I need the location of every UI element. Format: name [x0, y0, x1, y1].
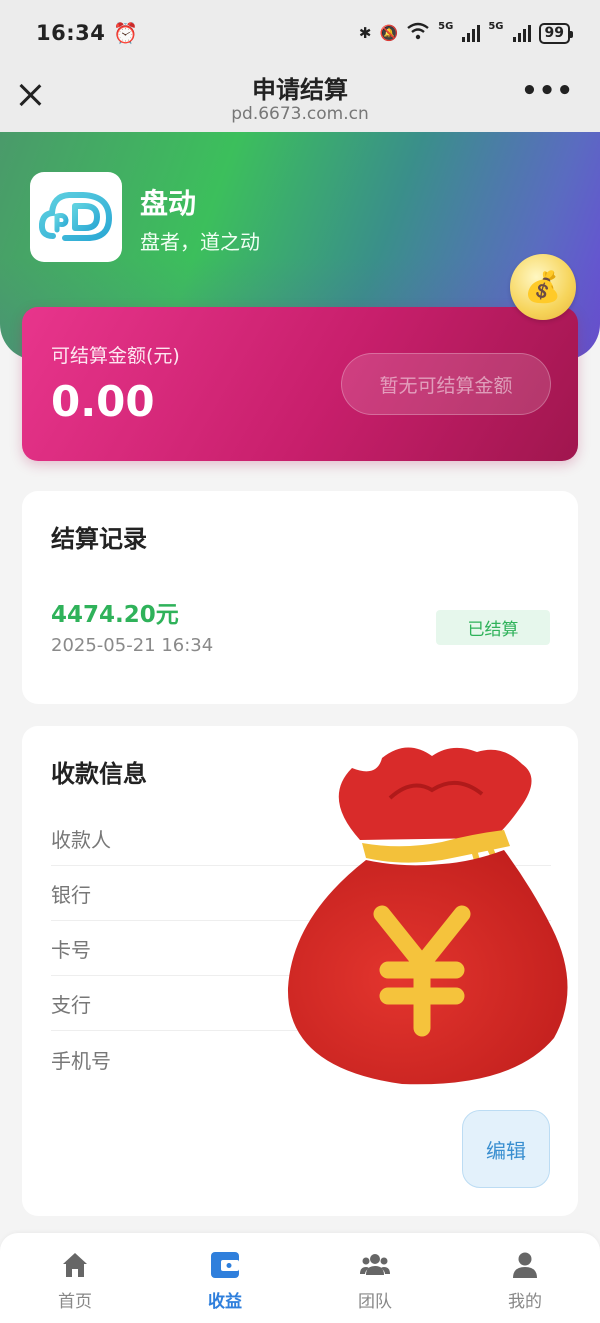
tab-earnings[interactable]: 收益	[150, 1233, 300, 1323]
team-icon	[360, 1254, 390, 1275]
signal-icon	[462, 24, 481, 42]
settlement-card: 可结算金额(元) 0.00 暂无可结算金额	[22, 307, 578, 461]
signal-icon-2	[512, 24, 531, 42]
app-name: 盘动	[140, 187, 197, 220]
tab-label: 首页	[58, 1292, 92, 1312]
money-bag-icon[interactable]	[282, 738, 574, 1090]
settlement-label: 可结算金额(元)	[51, 345, 180, 367]
money-bag-coin-icon[interactable]: 💰	[510, 254, 576, 320]
wifi-icon	[406, 22, 430, 44]
edit-button[interactable]: 编辑	[462, 1110, 550, 1188]
network-label: 5G	[438, 21, 454, 32]
network-label-2: 5G	[488, 21, 504, 32]
settle-button[interactable]: 暂无可结算金额	[341, 353, 551, 415]
tab-label: 收益	[208, 1292, 242, 1312]
tab-home[interactable]: 首页	[0, 1233, 150, 1323]
battery-icon: 99	[538, 22, 574, 44]
info-label: 卡号	[51, 938, 91, 962]
settlement-amount: 0.00	[51, 377, 155, 426]
nav-bar: 申请结算 pd.6673.com.cn •••	[0, 66, 600, 132]
record-amount: 4474.20元	[51, 602, 179, 628]
info-label: 手机号	[51, 1048, 111, 1073]
records-title: 结算记录	[51, 525, 147, 553]
home-icon	[63, 1253, 87, 1277]
mute-icon: 🔕	[379, 24, 399, 42]
tab-mine[interactable]: 我的	[450, 1233, 600, 1323]
page-url: pd.6673.com.cn	[231, 104, 369, 124]
record-time: 2025-05-21 16:34	[51, 635, 214, 656]
bottom-tab-bar: 首页 收益 团队 我的	[0, 1233, 600, 1323]
status-bar: 16:34 ⏰ ✱ 🔕 5G 5G 99	[0, 0, 600, 66]
info-label: 支行	[51, 993, 91, 1017]
bluetooth-icon: ✱	[358, 24, 372, 42]
page-title: 申请结算	[252, 76, 348, 104]
info-label: 收款人	[51, 828, 111, 852]
payee-title: 收款信息	[51, 760, 147, 788]
app-slogan: 盘者，道之动	[140, 230, 260, 254]
more-icon[interactable]: •••	[521, 78, 574, 104]
app-logo-icon	[39, 192, 113, 241]
status-icons: ✱ 🔕 5G 5G 99	[358, 21, 574, 44]
info-label: 银行	[51, 883, 91, 907]
alarm-icon: ⏰	[113, 21, 139, 45]
app-logo	[30, 172, 122, 262]
wallet-icon	[211, 1252, 239, 1278]
status-badge: 已结算	[436, 610, 550, 645]
user-icon	[513, 1252, 537, 1278]
status-time: 16:34	[36, 21, 106, 45]
records-card: 结算记录 4474.20元 2025-05-21 16:34 已结算	[22, 491, 578, 704]
tab-label: 团队	[358, 1292, 392, 1312]
tab-label: 我的	[508, 1292, 542, 1312]
tab-team[interactable]: 团队	[300, 1233, 450, 1323]
